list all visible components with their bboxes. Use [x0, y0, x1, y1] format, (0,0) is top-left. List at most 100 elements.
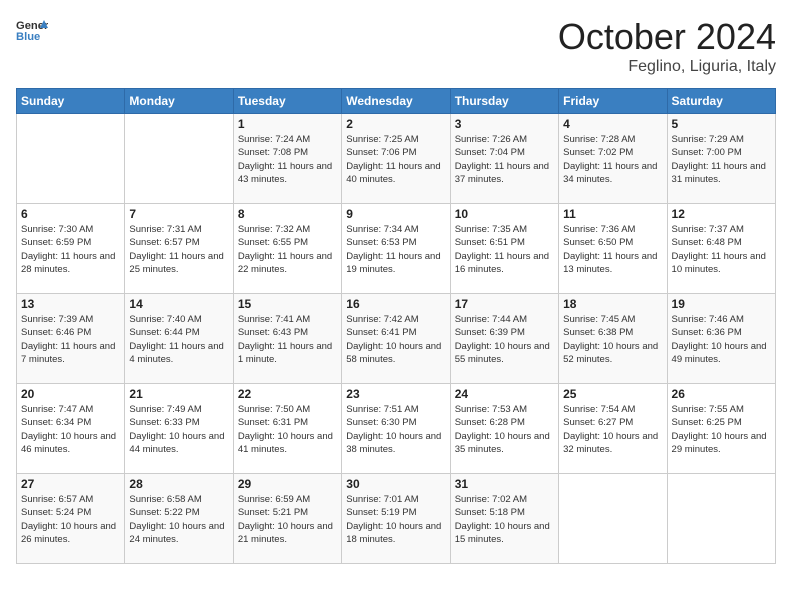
day-info: Sunrise: 7:41 AMSunset: 6:43 PMDaylight:…: [238, 313, 337, 366]
day-info: Sunrise: 7:02 AMSunset: 5:18 PMDaylight:…: [455, 493, 554, 546]
calendar-cell: 3 Sunrise: 7:26 AMSunset: 7:04 PMDaylight…: [450, 114, 558, 204]
day-number: 22: [238, 387, 337, 401]
day-info: Sunrise: 7:30 AMSunset: 6:59 PMDaylight:…: [21, 223, 120, 276]
logo: General Blue: [16, 16, 48, 44]
day-info: Sunrise: 7:53 AMSunset: 6:28 PMDaylight:…: [455, 403, 554, 456]
location: Feglino, Liguria, Italy: [558, 58, 776, 76]
calendar-cell: [125, 114, 233, 204]
day-info: Sunrise: 7:46 AMSunset: 6:36 PMDaylight:…: [672, 313, 771, 366]
day-header-tuesday: Tuesday: [233, 89, 341, 114]
calendar-cell: 2 Sunrise: 7:25 AMSunset: 7:06 PMDaylight…: [342, 114, 450, 204]
day-info: Sunrise: 6:59 AMSunset: 5:21 PMDaylight:…: [238, 493, 337, 546]
calendar-cell: [17, 114, 125, 204]
month-title: October 2024: [558, 16, 776, 58]
calendar-cell: 18 Sunrise: 7:45 AMSunset: 6:38 PMDayligh…: [559, 294, 667, 384]
day-number: 1: [238, 117, 337, 131]
day-info: Sunrise: 7:42 AMSunset: 6:41 PMDaylight:…: [346, 313, 445, 366]
day-number: 8: [238, 207, 337, 221]
day-number: 10: [455, 207, 554, 221]
calendar-table: SundayMondayTuesdayWednesdayThursdayFrid…: [16, 88, 776, 564]
day-info: Sunrise: 7:24 AMSunset: 7:08 PMDaylight:…: [238, 133, 337, 186]
calendar-cell: 12 Sunrise: 7:37 AMSunset: 6:48 PMDayligh…: [667, 204, 775, 294]
day-info: Sunrise: 7:34 AMSunset: 6:53 PMDaylight:…: [346, 223, 445, 276]
title-block: October 2024 Feglino, Liguria, Italy: [558, 16, 776, 76]
day-number: 23: [346, 387, 445, 401]
day-number: 20: [21, 387, 120, 401]
day-number: 29: [238, 477, 337, 491]
day-info: Sunrise: 7:47 AMSunset: 6:34 PMDaylight:…: [21, 403, 120, 456]
day-info: Sunrise: 7:29 AMSunset: 7:00 PMDaylight:…: [672, 133, 771, 186]
week-row-4: 20 Sunrise: 7:47 AMSunset: 6:34 PMDayligh…: [17, 384, 776, 474]
day-number: 13: [21, 297, 120, 311]
svg-text:Blue: Blue: [16, 31, 40, 43]
day-info: Sunrise: 7:44 AMSunset: 6:39 PMDaylight:…: [455, 313, 554, 366]
day-info: Sunrise: 7:37 AMSunset: 6:48 PMDaylight:…: [672, 223, 771, 276]
day-number: 16: [346, 297, 445, 311]
day-number: 18: [563, 297, 662, 311]
calendar-cell: 31Sunrise: 7:02 AMSunset: 5:18 PMDayligh…: [450, 474, 558, 564]
day-number: 24: [455, 387, 554, 401]
day-info: Sunrise: 7:26 AMSunset: 7:04 PMDaylight:…: [455, 133, 554, 186]
calendar-cell: 22Sunrise: 7:50 AMSunset: 6:31 PMDayligh…: [233, 384, 341, 474]
day-number: 7: [129, 207, 228, 221]
week-row-1: 1 Sunrise: 7:24 AMSunset: 7:08 PMDaylight…: [17, 114, 776, 204]
day-info: Sunrise: 7:40 AMSunset: 6:44 PMDaylight:…: [129, 313, 228, 366]
day-number: 4: [563, 117, 662, 131]
calendar-cell: 7 Sunrise: 7:31 AMSunset: 6:57 PMDaylight…: [125, 204, 233, 294]
day-number: 27: [21, 477, 120, 491]
day-number: 6: [21, 207, 120, 221]
day-header-thursday: Thursday: [450, 89, 558, 114]
day-number: 21: [129, 387, 228, 401]
calendar-cell: 21 Sunrise: 7:49 AMSunset: 6:33 PMDayligh…: [125, 384, 233, 474]
day-header-sunday: Sunday: [17, 89, 125, 114]
week-row-5: 27 Sunrise: 6:57 AMSunset: 5:24 PMDayligh…: [17, 474, 776, 564]
calendar-cell: 23 Sunrise: 7:51 AMSunset: 6:30 PMDayligh…: [342, 384, 450, 474]
calendar-cell: 11Sunrise: 7:36 AMSunset: 6:50 PMDayligh…: [559, 204, 667, 294]
calendar-cell: 20 Sunrise: 7:47 AMSunset: 6:34 PMDayligh…: [17, 384, 125, 474]
day-info: Sunrise: 7:25 AMSunset: 7:06 PMDaylight:…: [346, 133, 445, 186]
calendar-cell: 8 Sunrise: 7:32 AMSunset: 6:55 PMDaylight…: [233, 204, 341, 294]
day-info: Sunrise: 7:01 AMSunset: 5:19 PMDaylight:…: [346, 493, 445, 546]
day-info: Sunrise: 7:35 AMSunset: 6:51 PMDaylight:…: [455, 223, 554, 276]
day-number: 2: [346, 117, 445, 131]
calendar-cell: 6 Sunrise: 7:30 AMSunset: 6:59 PMDaylight…: [17, 204, 125, 294]
day-number: 14: [129, 297, 228, 311]
calendar-cell: 28 Sunrise: 6:58 AMSunset: 5:22 PMDayligh…: [125, 474, 233, 564]
calendar-cell: 14 Sunrise: 7:40 AMSunset: 6:44 PMDayligh…: [125, 294, 233, 384]
day-number: 3: [455, 117, 554, 131]
calendar-cell: 1 Sunrise: 7:24 AMSunset: 7:08 PMDaylight…: [233, 114, 341, 204]
day-number: 11: [563, 207, 662, 221]
week-row-2: 6 Sunrise: 7:30 AMSunset: 6:59 PMDaylight…: [17, 204, 776, 294]
day-info: Sunrise: 7:51 AMSunset: 6:30 PMDaylight:…: [346, 403, 445, 456]
calendar-cell: 9 Sunrise: 7:34 AMSunset: 6:53 PMDaylight…: [342, 204, 450, 294]
calendar-cell: 30 Sunrise: 7:01 AMSunset: 5:19 PMDayligh…: [342, 474, 450, 564]
calendar-cell: 13Sunrise: 7:39 AMSunset: 6:46 PMDayligh…: [17, 294, 125, 384]
day-number: 12: [672, 207, 771, 221]
day-info: Sunrise: 7:31 AMSunset: 6:57 PMDaylight:…: [129, 223, 228, 276]
day-info: Sunrise: 7:32 AMSunset: 6:55 PMDaylight:…: [238, 223, 337, 276]
day-info: Sunrise: 7:54 AMSunset: 6:27 PMDaylight:…: [563, 403, 662, 456]
logo-icon: General Blue: [16, 16, 48, 44]
day-info: Sunrise: 6:57 AMSunset: 5:24 PMDaylight:…: [21, 493, 120, 546]
day-number: 28: [129, 477, 228, 491]
calendar-cell: 5 Sunrise: 7:29 AMSunset: 7:00 PMDaylight…: [667, 114, 775, 204]
day-number: 5: [672, 117, 771, 131]
day-info: Sunrise: 6:58 AMSunset: 5:22 PMDaylight:…: [129, 493, 228, 546]
day-number: 26: [672, 387, 771, 401]
day-number: 25: [563, 387, 662, 401]
calendar-cell: 25 Sunrise: 7:54 AMSunset: 6:27 PMDayligh…: [559, 384, 667, 474]
calendar-cell: 15 Sunrise: 7:41 AMSunset: 6:43 PMDayligh…: [233, 294, 341, 384]
day-number: 30: [346, 477, 445, 491]
day-number: 15: [238, 297, 337, 311]
day-header-monday: Monday: [125, 89, 233, 114]
day-number: 9: [346, 207, 445, 221]
calendar-cell: 4 Sunrise: 7:28 AMSunset: 7:02 PMDaylight…: [559, 114, 667, 204]
day-header-wednesday: Wednesday: [342, 89, 450, 114]
day-header-saturday: Saturday: [667, 89, 775, 114]
calendar-cell: 16 Sunrise: 7:42 AMSunset: 6:41 PMDayligh…: [342, 294, 450, 384]
day-info: Sunrise: 7:49 AMSunset: 6:33 PMDaylight:…: [129, 403, 228, 456]
page-header: General Blue October 2024 Feglino, Ligur…: [16, 16, 776, 76]
day-number: 17: [455, 297, 554, 311]
day-info: Sunrise: 7:28 AMSunset: 7:02 PMDaylight:…: [563, 133, 662, 186]
day-info: Sunrise: 7:45 AMSunset: 6:38 PMDaylight:…: [563, 313, 662, 366]
